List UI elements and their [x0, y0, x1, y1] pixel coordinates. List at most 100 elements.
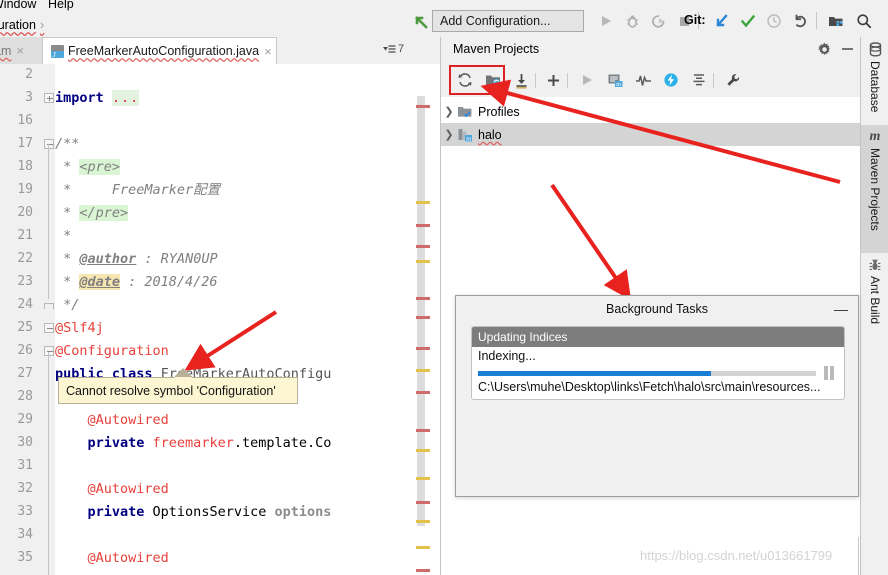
line-number: 35: [17, 550, 33, 565]
line-number: 30: [17, 435, 33, 450]
line-number: 26: [17, 343, 33, 358]
fold-expand-icon[interactable]: [44, 93, 54, 103]
warning-stripe-mark[interactable]: [416, 449, 430, 452]
tool-button-database[interactable]: Database: [861, 37, 888, 125]
error-stripe-mark[interactable]: [416, 429, 430, 432]
project-structure-icon[interactable]: [824, 8, 848, 34]
background-task-card: Updating Indices Indexing... C:\Users\mu…: [471, 326, 845, 400]
line-number: 17: [17, 136, 33, 151]
error-stripe-mark[interactable]: [416, 347, 430, 350]
code-line: import ...: [55, 90, 140, 106]
tool-button-label-ant-build: Ant Build: [868, 276, 882, 325]
right-tool-window-bar: Database m Maven Projects Ant Build: [860, 37, 888, 575]
history-clock-icon[interactable]: [762, 8, 786, 34]
line-number: 3: [25, 90, 33, 105]
svg-text:m: m: [466, 135, 471, 142]
line-number: 24: [17, 297, 33, 312]
warning-stripe-mark[interactable]: [416, 369, 430, 372]
commit-checkmark-icon[interactable]: [736, 8, 760, 34]
warning-stripe-mark[interactable]: [416, 520, 430, 523]
update-project-icon[interactable]: [710, 8, 734, 34]
code-line: * </pre>: [55, 205, 129, 221]
error-stripe-mark[interactable]: [416, 316, 430, 319]
tool-button-ant-build[interactable]: Ant Build: [861, 253, 888, 345]
tab-options-button[interactable]: 7: [383, 43, 404, 55]
warning-stripe-mark[interactable]: [416, 546, 430, 549]
error-stripe-track[interactable]: [417, 96, 425, 526]
line-number: 25: [17, 320, 33, 335]
watermark: https://blog.csdn.net/u013661799: [640, 548, 833, 563]
warning-stripe-mark[interactable]: [416, 260, 430, 263]
error-tooltip: Cannot resolve symbol 'Configuration': [58, 377, 298, 404]
rollback-undo-icon[interactable]: [788, 8, 812, 34]
line-number: 18: [17, 159, 33, 174]
back-arrow-icon[interactable]: [410, 8, 432, 34]
line-number: 28: [17, 389, 33, 404]
search-icon[interactable]: [852, 8, 876, 34]
maven-m-icon: m: [869, 129, 881, 144]
line-number: 33: [17, 504, 33, 519]
warning-stripe-mark[interactable]: [416, 477, 430, 480]
chevron-right-icon[interactable]: ❯: [441, 105, 457, 118]
code-line: @Autowired: [87, 550, 169, 566]
error-stripe-mark[interactable]: [416, 245, 430, 248]
fold-collapse-icon[interactable]: [44, 323, 54, 333]
maven-panel-header: Maven Projects: [441, 37, 861, 64]
error-stripe-mark[interactable]: [416, 105, 430, 108]
error-stripe-mark[interactable]: [416, 224, 430, 227]
breadcrumb[interactable]: iguration›: [0, 17, 44, 32]
ant-build-icon: [869, 259, 881, 270]
code-line: * @author : RYAN0UP: [55, 251, 218, 267]
close-icon[interactable]: ×: [16, 43, 24, 58]
editor-gutter: 2 3 16 17 18 19 20 21 22 23 24 25 26 27 …: [0, 64, 55, 575]
annotation-arrow-to-configuration: [184, 310, 278, 371]
breadcrumb-segment[interactable]: iguration: [0, 18, 36, 32]
error-stripe-mark[interactable]: [416, 569, 430, 572]
line-number: 20: [17, 205, 33, 220]
background-tasks-title: Background Tasks: [606, 302, 708, 316]
editor-tab-inactive[interactable]: am ×: [0, 37, 42, 64]
code-line: @Autowired: [87, 412, 169, 428]
chevron-right-icon[interactable]: ❯: [441, 128, 457, 141]
background-task-status: Indexing...: [478, 349, 536, 363]
code-line: /**: [55, 136, 80, 152]
editor-tab-active[interactable]: J FreeMarkerAutoConfiguration.java ×: [42, 37, 277, 64]
maven-module-icon: m: [457, 128, 473, 142]
minimize-icon[interactable]: [841, 42, 854, 58]
close-icon[interactable]: ×: [264, 44, 272, 59]
debug-icon[interactable]: [620, 8, 644, 34]
error-stripe-mark[interactable]: [416, 297, 430, 300]
tool-button-label-database: Database: [868, 61, 882, 113]
run-with-coverage-icon[interactable]: [646, 8, 670, 34]
line-number: 32: [17, 481, 33, 496]
background-tasks-dialog[interactable]: Background Tasks — Updating Indices Inde…: [455, 295, 859, 497]
minimize-icon[interactable]: —: [834, 301, 848, 317]
settings-gear-icon[interactable]: [817, 42, 832, 60]
chevron-down-icon: [383, 44, 396, 53]
annotation-arrow-to-maven-toolbar: [480, 79, 841, 184]
main-toolbar: Add Configuration... Git:: [410, 8, 888, 40]
java-file-icon: J: [51, 44, 64, 58]
divider: [858, 537, 859, 575]
line-number: 22: [17, 251, 33, 266]
add-configuration-button[interactable]: Add Configuration...: [432, 10, 584, 32]
error-stripe-mark[interactable]: [416, 391, 430, 394]
fold-end-icon[interactable]: [44, 303, 54, 309]
line-number: 16: [17, 113, 33, 128]
run-icon[interactable]: [594, 8, 618, 34]
fold-collapse-icon[interactable]: [44, 346, 54, 356]
tab-options-count: 7: [398, 43, 405, 55]
fold-collapse-icon[interactable]: [44, 139, 54, 149]
error-stripe-mark[interactable]: [416, 501, 430, 504]
editor-tab-inactive-label: am: [0, 43, 12, 58]
code-line: private OptionsService options: [87, 504, 332, 520]
tooltip-pointer: [174, 368, 192, 378]
git-label: Git:: [684, 13, 706, 27]
menu-item-help[interactable]: Help: [48, 0, 74, 11]
menu-item-window[interactable]: Window: [0, 0, 36, 11]
code-line: @Configuration: [55, 343, 169, 359]
breadcrumb-separator-icon: ›: [39, 17, 45, 32]
warning-stripe-mark[interactable]: [416, 201, 430, 204]
tool-button-maven-projects[interactable]: m Maven Projects: [861, 125, 888, 253]
pause-icon[interactable]: [824, 366, 836, 380]
